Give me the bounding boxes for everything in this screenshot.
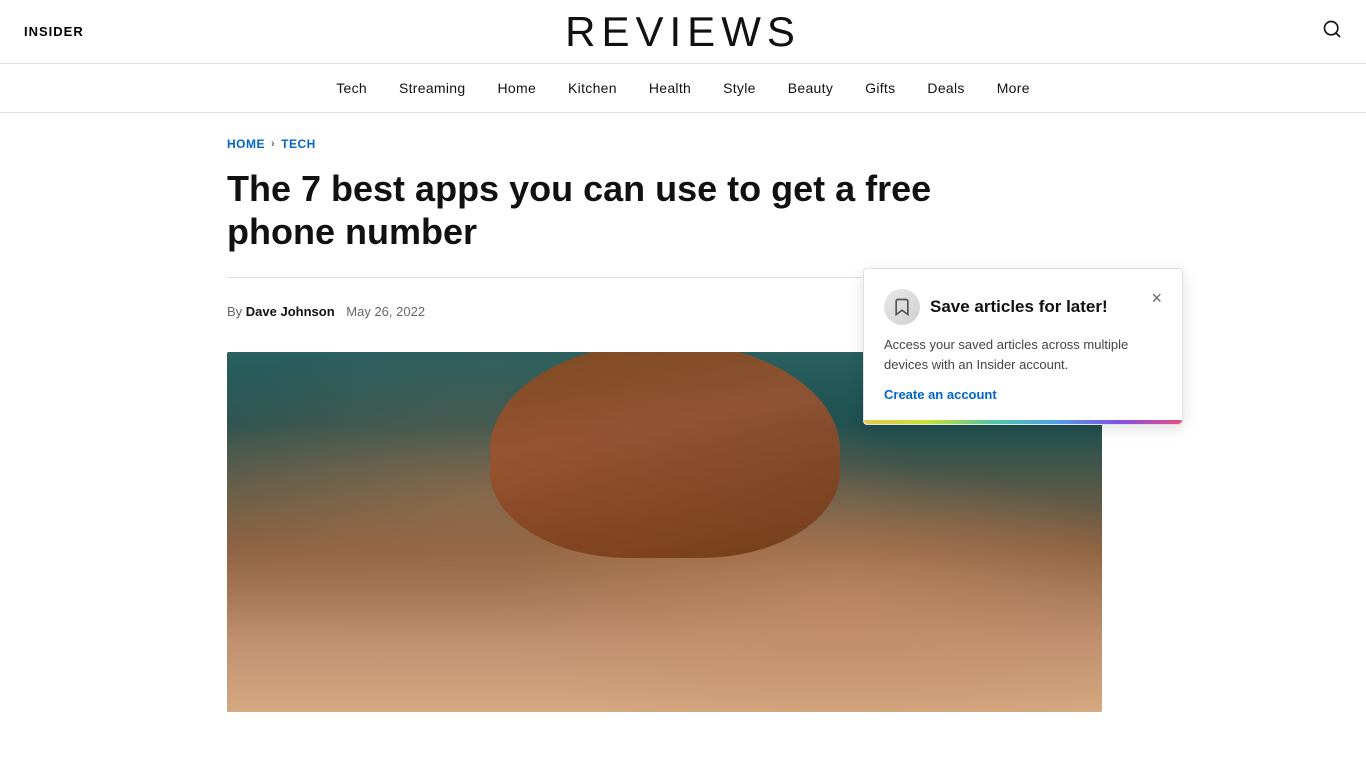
nav-item-home[interactable]: Home xyxy=(497,80,536,96)
author-info: By Dave Johnson May 26, 2022 xyxy=(227,304,425,319)
main-nav: Tech Streaming Home Kitchen Health Style… xyxy=(0,64,1366,113)
nav-item-gifts[interactable]: Gifts xyxy=(865,80,895,96)
popup-close-button[interactable]: × xyxy=(1151,289,1162,307)
breadcrumb-separator: › xyxy=(271,138,275,150)
article-content: HOME › TECH The 7 best apps you can use … xyxy=(203,113,1163,712)
popup-color-bar xyxy=(864,420,1182,424)
article-title: The 7 best apps you can use to get a fre… xyxy=(227,167,1047,253)
popup-icon xyxy=(884,289,920,325)
save-articles-popup: Save articles for later! × Access your s… xyxy=(863,268,1183,425)
nav-item-kitchen[interactable]: Kitchen xyxy=(568,80,617,96)
site-title: REVIEWS xyxy=(565,8,801,56)
popup-title: Save articles for later! xyxy=(930,297,1108,317)
nav-item-beauty[interactable]: Beauty xyxy=(788,80,833,96)
article-date: May 26, 2022 xyxy=(346,304,425,319)
popup-icon-title: Save articles for later! xyxy=(884,289,1108,325)
nav-item-deals[interactable]: Deals xyxy=(927,80,964,96)
author-by-label: By xyxy=(227,304,242,319)
site-logo[interactable]: INSIDER xyxy=(24,24,84,39)
breadcrumb-home[interactable]: HOME xyxy=(227,137,265,151)
nav-item-style[interactable]: Style xyxy=(723,80,756,96)
popup-header: Save articles for later! × xyxy=(884,289,1162,325)
nav-item-streaming[interactable]: Streaming xyxy=(399,80,466,96)
popup-description: Access your saved articles across multip… xyxy=(884,335,1162,374)
search-icon[interactable] xyxy=(1322,19,1342,44)
nav-item-more[interactable]: More xyxy=(997,80,1030,96)
nav-item-tech[interactable]: Tech xyxy=(336,80,367,96)
popup-create-account-link[interactable]: Create an account xyxy=(884,387,997,402)
author-name[interactable]: Dave Johnson xyxy=(246,304,335,319)
breadcrumb-current[interactable]: TECH xyxy=(281,137,316,151)
site-header: INSIDER REVIEWS xyxy=(0,0,1366,64)
breadcrumb: HOME › TECH xyxy=(227,137,1139,151)
nav-item-health[interactable]: Health xyxy=(649,80,691,96)
